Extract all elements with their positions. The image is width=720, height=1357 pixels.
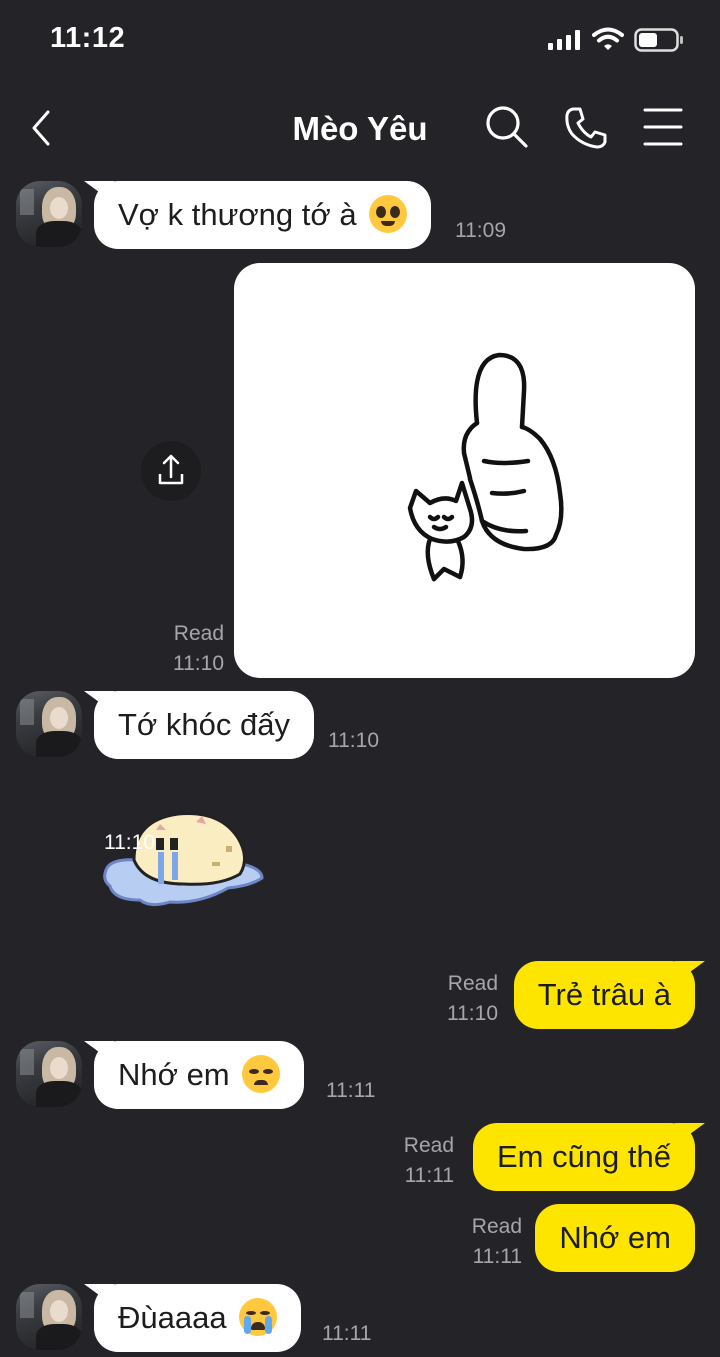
message-time: 11:11 bbox=[326, 1079, 376, 1102]
thumbs-up-cat-drawing bbox=[407, 352, 564, 582]
message-bubble[interactable]: Trẻ trâu à bbox=[513, 961, 705, 1029]
message-text: Vợ k thương tớ à bbox=[118, 197, 357, 232]
message-time: 11:11 bbox=[322, 1322, 372, 1345]
message-text: Trẻ trâu à bbox=[537, 977, 671, 1012]
cellular-signal-icon bbox=[548, 30, 580, 50]
message-bubble[interactable]: Tớ khóc đấy bbox=[84, 691, 314, 759]
message-text: Tớ khóc đấy bbox=[118, 707, 290, 742]
share-icon bbox=[158, 454, 184, 485]
avatar[interactable] bbox=[16, 181, 82, 247]
search-icon[interactable] bbox=[484, 104, 530, 150]
message-time: 11:10 bbox=[447, 1002, 498, 1025]
message-bubble[interactable]: Đùaaaa bbox=[84, 1284, 302, 1352]
image-message[interactable] bbox=[234, 263, 695, 678]
message-text: Em cũng thế bbox=[496, 1139, 671, 1174]
message-time: 11:10 bbox=[328, 729, 379, 752]
message-text: Đùaaaa bbox=[118, 1300, 227, 1335]
message-bubble[interactable]: Em cũng thế bbox=[472, 1123, 705, 1191]
menu-icon[interactable] bbox=[641, 104, 687, 150]
read-receipt: Read bbox=[403, 1134, 454, 1157]
read-receipt: Read bbox=[447, 972, 498, 995]
phone-icon[interactable] bbox=[563, 104, 609, 150]
message-bubble[interactable]: Nhớ em bbox=[535, 1204, 695, 1272]
avatar[interactable] bbox=[16, 1041, 82, 1107]
share-button[interactable] bbox=[141, 441, 201, 501]
wifi-icon bbox=[592, 27, 624, 50]
message-time: 11:09 bbox=[455, 219, 506, 242]
disappointed-face-emoji bbox=[242, 1054, 281, 1093]
battery-icon bbox=[634, 28, 683, 52]
chat-title: Mèo Yêu bbox=[292, 110, 428, 147]
message-time: 11:10 bbox=[104, 831, 155, 854]
message-text: Nhớ em bbox=[118, 1057, 230, 1092]
message-time: 11:10 bbox=[173, 652, 224, 675]
avatar[interactable] bbox=[16, 1284, 82, 1350]
message-time: 11:11 bbox=[404, 1164, 454, 1187]
message-time: 11:11 bbox=[472, 1245, 522, 1268]
message-bubble[interactable]: Vợ k thương tớ à bbox=[84, 181, 432, 249]
read-receipt: Read bbox=[471, 1215, 522, 1238]
avatar[interactable] bbox=[16, 691, 82, 757]
pleading-face-emoji bbox=[369, 194, 408, 233]
status-time: 11:12 bbox=[50, 22, 126, 54]
loudly-crying-face-emoji bbox=[239, 1297, 278, 1336]
message-text: Nhớ em bbox=[559, 1220, 671, 1255]
read-receipt: Read bbox=[173, 622, 224, 645]
message-bubble[interactable]: Nhớ em bbox=[84, 1041, 305, 1109]
